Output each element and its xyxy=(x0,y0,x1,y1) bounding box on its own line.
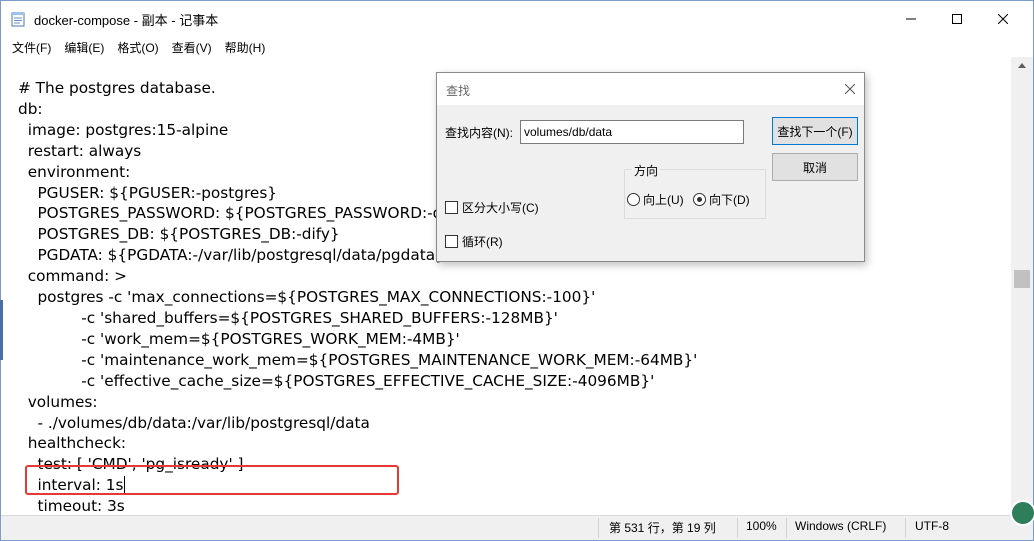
menu-help[interactable]: 帮助(H) xyxy=(219,37,273,57)
wrap-around-box[interactable] xyxy=(445,235,458,248)
wrap-around-label: 循环(R) xyxy=(462,235,503,249)
match-case-label: 区分大小写(C) xyxy=(462,201,539,215)
find-dialog-title: 查找 xyxy=(446,84,471,98)
menu-bar: 文件(F) 编辑(E) 格式(O) 查看(V) 帮助(H) xyxy=(1,37,1033,57)
background-window-edge xyxy=(0,300,3,360)
direction-up-radio[interactable]: 向上(U) xyxy=(627,191,684,208)
status-divider xyxy=(737,518,738,538)
notepad-icon xyxy=(11,12,25,27)
editor-line: healthcheck: xyxy=(18,434,127,453)
find-what-input[interactable] xyxy=(520,120,744,144)
radio-up-indicator[interactable] xyxy=(627,193,640,206)
find-next-button[interactable]: 查找下一个(F) xyxy=(772,117,858,145)
editor-line: volumes: xyxy=(18,392,98,411)
chevron-up-icon xyxy=(1018,63,1026,68)
match-case-box[interactable] xyxy=(445,201,458,214)
direction-up-label: 向上(U) xyxy=(643,193,684,207)
menu-file[interactable]: 文件(F) xyxy=(6,37,58,57)
maximize-icon xyxy=(952,14,962,24)
status-zoom: 100% xyxy=(746,519,777,533)
title-bar[interactable]: docker-compose - 副本 - 记事本 xyxy=(1,1,1033,37)
menu-view[interactable]: 查看(V) xyxy=(166,37,219,57)
menu-format[interactable]: 格式(O) xyxy=(111,37,165,57)
find-dialog-title-bar[interactable]: 查找 xyxy=(437,73,864,105)
direction-label: 方向 xyxy=(632,162,661,179)
direction-down-label: 向下(D) xyxy=(709,193,750,207)
status-encoding: UTF-8 xyxy=(915,519,949,533)
editor-line: -c 'work_mem=${POSTGRES_WORK_MEM:-4MB}' xyxy=(18,329,460,348)
scroll-thumb[interactable] xyxy=(1014,270,1030,288)
close-icon xyxy=(845,84,855,94)
vertical-scrollbar[interactable] xyxy=(1011,57,1033,515)
find-what-label: 查找内容(N): xyxy=(445,126,513,140)
editor-line: -c 'maintenance_work_mem=${POSTGRES_MAIN… xyxy=(18,350,698,369)
editor-line: postgres -c 'max_connections=${POSTGRES_… xyxy=(18,288,596,307)
editor-line: -c 'shared_buffers=${POSTGRES_SHARED_BUF… xyxy=(18,308,558,327)
editor-line: - ./volumes/db/data:/var/lib/postgresql/… xyxy=(18,413,370,432)
close-icon xyxy=(998,14,1008,24)
corner-logo xyxy=(1010,500,1034,526)
editor-line: timeout: 3s xyxy=(18,497,125,515)
maximize-button[interactable] xyxy=(934,1,980,37)
direction-down-radio[interactable]: 向下(D) xyxy=(693,191,750,208)
close-button[interactable] xyxy=(980,1,1026,37)
radio-down-indicator[interactable] xyxy=(693,193,706,206)
editor-line: command: > xyxy=(18,267,127,286)
status-divider xyxy=(786,518,787,538)
status-divider xyxy=(598,518,599,538)
match-case-checkbox[interactable]: 区分大小写(C) xyxy=(445,199,539,216)
editor-line: -c 'effective_cache_size=${POSTGRES_EFFE… xyxy=(18,371,655,390)
status-line-ending: Windows (CRLF) xyxy=(795,519,887,533)
wrap-around-checkbox[interactable]: 循环(R) xyxy=(445,233,503,250)
status-cursor-position: 第 531 行，第 19 列 xyxy=(609,521,716,535)
window-title: docker-compose - 副本 - 记事本 xyxy=(34,13,219,28)
volumes-highlight-box xyxy=(25,465,399,495)
menu-edit[interactable]: 编辑(E) xyxy=(58,37,111,57)
minimize-icon xyxy=(906,18,916,20)
status-divider xyxy=(905,518,906,538)
scroll-up-button[interactable] xyxy=(1011,57,1033,74)
cancel-button[interactable]: 取消 xyxy=(772,153,858,181)
find-dialog-close-button[interactable] xyxy=(835,73,865,105)
minimize-button[interactable] xyxy=(888,1,934,37)
status-bar: 第 531 行，第 19 列 100% Windows (CRLF) UTF-8 xyxy=(1,515,1033,540)
find-dialog: 查找 查找内容(N): 查找下一个(F) 取消 方向 向上(U) 向下(D) 区… xyxy=(436,72,865,262)
